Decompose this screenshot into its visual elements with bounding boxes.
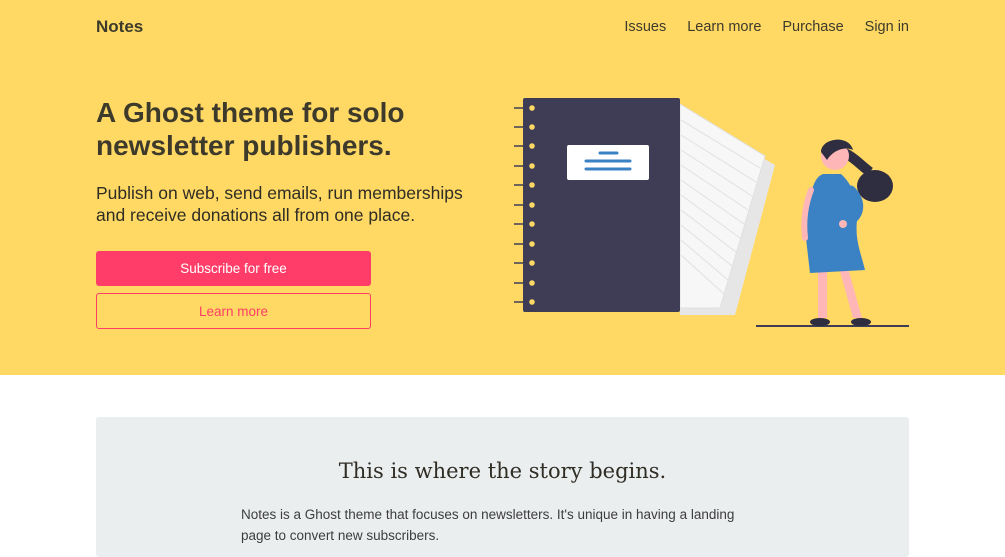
nav-learn-more[interactable]: Learn more [687, 19, 761, 35]
nav-sign-in[interactable]: Sign in [865, 19, 909, 35]
notebook-illustration [514, 98, 909, 327]
story-title: This is where the story begins. [338, 459, 667, 483]
main-nav: Issues Learn more Purchase Sign in [624, 19, 909, 35]
nav-issues[interactable]: Issues [624, 19, 666, 35]
subscribe-button[interactable]: Subscribe for free [96, 251, 371, 286]
paper-stack [679, 103, 775, 315]
notebook-cover [523, 98, 680, 312]
woman-figure [756, 139, 909, 327]
story-body: Notes is a Ghost theme that focuses on n… [241, 507, 735, 543]
hero-section: Notes Issues Learn more Purchase Sign in… [0, 0, 1005, 375]
nav-purchase[interactable]: Purchase [782, 19, 843, 35]
story-card: This is where the story begins. Notes is… [96, 417, 909, 557]
site-logo[interactable]: Notes [96, 17, 143, 37]
hero-headline: A Ghost theme for solo newsletter publis… [96, 97, 405, 161]
hero-subline: Publish on web, send emails, run members… [96, 183, 463, 225]
learn-more-button[interactable]: Learn more [96, 293, 371, 329]
